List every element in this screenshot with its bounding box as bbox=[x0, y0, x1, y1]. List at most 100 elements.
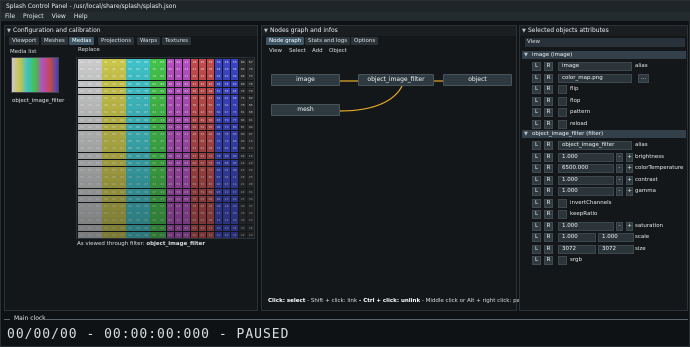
image-file-lock-button[interactable]: L bbox=[532, 73, 541, 83]
srgb-lock-button[interactable]: L bbox=[532, 256, 541, 265]
flip-lock-button[interactable]: L bbox=[532, 85, 541, 94]
pattern-lock-button[interactable]: L bbox=[532, 108, 541, 117]
attributes-view-button[interactable]: View bbox=[525, 38, 685, 47]
flip-checkbox[interactable] bbox=[558, 85, 567, 94]
flip-reset-button[interactable]: R bbox=[544, 85, 553, 94]
flop-lock-button[interactable]: L bbox=[532, 96, 541, 106]
reload-checkbox[interactable] bbox=[558, 119, 567, 129]
gamma-decrement-button[interactable]: - bbox=[616, 187, 623, 196]
colortemp-decrement-button[interactable]: - bbox=[616, 164, 623, 173]
keepratio-lock-button[interactable]: L bbox=[532, 210, 541, 219]
saturation-decrement-button[interactable]: - bbox=[616, 221, 623, 231]
brightness-lock-button[interactable]: L bbox=[532, 152, 541, 162]
size-reset-button[interactable]: R bbox=[544, 244, 553, 254]
collapse-arrow-icon[interactable]: ▼ bbox=[264, 26, 268, 36]
colortemp-field[interactable]: 6500.000 bbox=[558, 164, 614, 173]
brightness-increment-button[interactable]: + bbox=[626, 152, 633, 162]
contrast-increment-button[interactable]: + bbox=[626, 175, 633, 185]
pattern-reset-button[interactable]: R bbox=[544, 108, 553, 117]
reload-reset-button[interactable]: R bbox=[544, 119, 553, 129]
srgb-reset-button[interactable]: R bbox=[544, 256, 553, 265]
toolbar-add[interactable]: Add bbox=[312, 48, 323, 54]
size-field-y[interactable]: 3072 bbox=[598, 244, 634, 254]
contrast-lock-button[interactable]: L bbox=[532, 175, 541, 185]
pattern-checkbox[interactable] bbox=[558, 108, 567, 117]
toolbar-view[interactable]: View bbox=[269, 48, 282, 54]
menu-view[interactable]: View bbox=[48, 12, 70, 21]
scale-field[interactable]: 1.000 bbox=[558, 233, 596, 242]
size-lock-button[interactable]: L bbox=[532, 244, 541, 254]
collapse-arrow-icon[interactable]: ▼ bbox=[524, 51, 528, 59]
gamma-lock-button[interactable]: L bbox=[532, 187, 541, 196]
tab-options[interactable]: Options bbox=[351, 37, 379, 45]
grid-cell: 64 bbox=[198, 152, 207, 160]
collapse-arrow-icon[interactable]: ▼ bbox=[524, 130, 528, 138]
tab-textures[interactable]: Textures bbox=[162, 37, 191, 45]
saturation-lock-button[interactable]: L bbox=[532, 221, 541, 231]
contrast-decrement-button[interactable]: - bbox=[616, 175, 623, 185]
image-file-field[interactable]: color_map.png bbox=[558, 73, 632, 83]
flop-checkbox[interactable] bbox=[558, 96, 567, 106]
tab-warps[interactable]: Warps bbox=[137, 37, 161, 45]
menu-file[interactable]: File bbox=[1, 12, 19, 21]
tab-meshes[interactable]: Meshes bbox=[41, 37, 68, 45]
colortemp-increment-button[interactable]: + bbox=[626, 164, 633, 173]
replace-button[interactable]: Replace bbox=[78, 47, 100, 53]
tab-viewport[interactable]: Viewport bbox=[9, 37, 40, 45]
media-thumbnail[interactable] bbox=[11, 57, 59, 93]
srgb-checkbox[interactable] bbox=[558, 256, 567, 265]
contrast-reset-button[interactable]: R bbox=[544, 175, 553, 185]
tab-medias[interactable]: Medias bbox=[69, 37, 95, 45]
saturation-field[interactable]: 1.000 bbox=[558, 221, 614, 231]
image-alias-reset-button[interactable]: R bbox=[544, 62, 553, 71]
tab-stats-logs[interactable]: Stats and logs bbox=[305, 37, 351, 45]
saturation-reset-button[interactable]: R bbox=[544, 221, 553, 231]
gamma-field[interactable]: 1.000 bbox=[558, 187, 614, 196]
collapse-arrow-icon[interactable]: ▼ bbox=[522, 26, 526, 36]
filter-alias-reset-button[interactable]: R bbox=[544, 141, 553, 150]
filter-section-header[interactable]: ▼ object_image_filter (filter) bbox=[522, 130, 686, 138]
image-file-reset-button[interactable]: R bbox=[544, 73, 553, 83]
invert-checkbox[interactable] bbox=[558, 198, 567, 208]
collapse-arrow-icon[interactable]: ▼ bbox=[7, 26, 11, 36]
keepratio-reset-button[interactable]: R bbox=[544, 210, 553, 219]
invert-reset-button[interactable]: R bbox=[544, 198, 553, 208]
node-object-image-filter[interactable]: object_image_filter bbox=[358, 74, 434, 86]
nodes-panel-header[interactable]: ▼ Nodes graph and infos bbox=[262, 26, 516, 36]
colortemp-lock-button[interactable]: L bbox=[532, 164, 541, 173]
config-panel-header[interactable]: ▼ Configuration and calibration bbox=[5, 26, 257, 36]
node-object[interactable]: object bbox=[443, 74, 512, 86]
tab-projections[interactable]: Projections bbox=[98, 37, 135, 45]
node-image[interactable]: image bbox=[271, 74, 340, 86]
scale-field-y[interactable]: 1.000 bbox=[598, 233, 634, 242]
image-file-browse-button[interactable]: ... bbox=[638, 73, 649, 83]
reload-lock-button[interactable]: L bbox=[532, 119, 541, 129]
toolbar-select[interactable]: Select bbox=[289, 48, 306, 54]
menu-project[interactable]: Project bbox=[19, 12, 48, 21]
attributes-panel-header[interactable]: ▼ Selected objects attributes bbox=[520, 26, 687, 36]
brightness-field[interactable]: 1.000 bbox=[558, 152, 614, 162]
image-alias-lock-button[interactable]: L bbox=[532, 62, 541, 71]
node-mesh[interactable]: mesh bbox=[271, 104, 340, 116]
gamma-increment-button[interactable]: + bbox=[626, 187, 633, 196]
filter-alias-field[interactable]: object_image_filter bbox=[558, 141, 632, 150]
size-field[interactable]: 3072 bbox=[558, 244, 596, 254]
brightness-reset-button[interactable]: R bbox=[544, 152, 553, 162]
colortemp-reset-button[interactable]: R bbox=[544, 164, 553, 173]
menu-help[interactable]: Help bbox=[70, 12, 92, 21]
image-section-header[interactable]: ▼ image (image) bbox=[522, 51, 686, 59]
tab-node-graph[interactable]: Node graph bbox=[266, 37, 305, 45]
brightness-decrement-button[interactable]: - bbox=[616, 152, 623, 162]
media-item-label[interactable]: object_image_filter bbox=[12, 98, 64, 104]
invert-lock-button[interactable]: L bbox=[532, 198, 541, 208]
toolbar-object[interactable]: Object bbox=[329, 48, 347, 54]
flop-reset-button[interactable]: R bbox=[544, 96, 553, 106]
scale-reset-button[interactable]: R bbox=[544, 233, 553, 242]
keepratio-checkbox[interactable] bbox=[558, 210, 567, 219]
filter-alias-lock-button[interactable]: L bbox=[532, 141, 541, 150]
gamma-reset-button[interactable]: R bbox=[544, 187, 553, 196]
saturation-increment-button[interactable]: + bbox=[626, 221, 633, 231]
contrast-field[interactable]: 1.000 bbox=[558, 175, 614, 185]
scale-lock-button[interactable]: L bbox=[532, 233, 541, 242]
image-alias-field[interactable]: image bbox=[558, 62, 632, 71]
